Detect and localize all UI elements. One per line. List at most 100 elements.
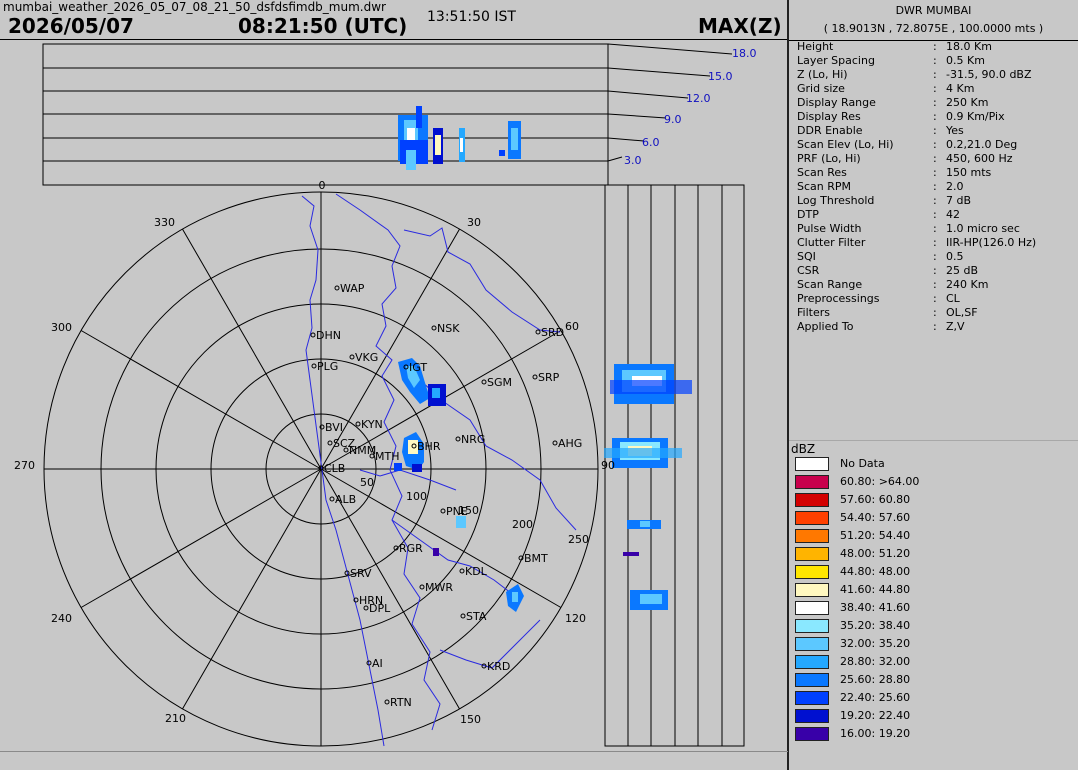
param-key: Scan RPM <box>797 180 852 193</box>
height-label: 12.0 <box>686 92 711 105</box>
legend-swatch <box>795 691 829 705</box>
legend-label: 57.60: 60.80 <box>840 493 911 506</box>
station-marker <box>334 285 340 291</box>
param-value: 450, 600 Hz <box>946 152 1013 165</box>
range-label: 250 <box>568 533 589 546</box>
station-label: SGM <box>487 376 512 389</box>
param-row: Height:18.0 Km <box>797 40 1077 54</box>
param-colon: : <box>933 152 937 165</box>
param-colon: : <box>933 54 937 67</box>
range-label: 50 <box>360 476 374 489</box>
station-label: ALB <box>335 493 356 506</box>
param-row: DDR Enable: Yes <box>797 124 1077 138</box>
param-value: 25 dB <box>946 264 979 277</box>
legend-swatch <box>795 619 829 633</box>
station-label: RTN <box>390 696 412 709</box>
station-label: NMM <box>349 444 376 457</box>
station-label: KDL <box>465 565 488 578</box>
legend-label: 35.20: 38.40 <box>840 619 911 632</box>
station-marker <box>349 354 355 360</box>
param-key: Layer Spacing <box>797 54 875 67</box>
station-marker <box>532 374 538 380</box>
param-colon: : <box>933 166 937 179</box>
param-value: CL <box>946 292 960 305</box>
param-row: Layer Spacing:0.5 Km <box>797 54 1077 68</box>
station-label: AI <box>372 657 383 670</box>
param-colon: : <box>933 96 937 109</box>
legend-swatch <box>795 493 829 507</box>
legend-label: 44.80: 48.00 <box>840 565 911 578</box>
param-row: PRF (Lo, Hi):450, 600 Hz <box>797 152 1077 166</box>
station-marker <box>384 699 390 705</box>
param-row: Clutter Filter: IIR-HP(126.0 Hz) <box>797 236 1077 250</box>
param-value: -31.5, 90.0 dBZ <box>946 68 1032 81</box>
param-key: Filters <box>797 306 830 319</box>
station-label: MTH <box>375 450 399 463</box>
legend-label: 22.40: 25.60 <box>840 691 911 704</box>
param-colon: : <box>933 194 937 207</box>
legend-label: 16.00: 19.20 <box>840 727 911 740</box>
param-colon: : <box>933 40 937 53</box>
ppi-echoes <box>394 358 524 612</box>
param-colon: : <box>933 180 937 193</box>
radar-display[interactable]: 3.06.09.012.015.018.0 030609012015021024… <box>0 40 787 751</box>
legend-swatch <box>795 727 829 741</box>
param-value: 240 Km <box>946 278 989 291</box>
param-value: Yes <box>946 124 964 137</box>
param-row: Scan Res:150 mts <box>797 166 1077 180</box>
station-label: STA <box>466 610 487 623</box>
station-label: SRV <box>350 567 372 580</box>
product-name: MAX(Z) <box>698 14 782 38</box>
param-colon: : <box>933 124 937 137</box>
param-value: 0.9 Km/Pix <box>946 110 1005 123</box>
legend-swatch <box>795 583 829 597</box>
bearing-label: 120 <box>565 612 586 625</box>
param-value: 250 Km <box>946 96 989 109</box>
bearing-label: 300 <box>51 321 72 334</box>
ppi-plot: 0306090120150210240270300330 50100150200… <box>14 179 615 747</box>
legend-title: dBZ <box>791 442 816 456</box>
panel-divider <box>787 0 789 770</box>
param-key: Clutter Filter <box>797 236 866 249</box>
bearing-label: 240 <box>51 612 72 625</box>
bearing-label: 30 <box>467 216 481 229</box>
station-marker <box>310 332 316 338</box>
station-marker <box>431 325 437 331</box>
param-key: Height <box>797 40 834 53</box>
legend-label: 41.60: 44.80 <box>840 583 911 596</box>
param-row: Display Res:0.9 Km/Pix <box>797 110 1077 124</box>
station-marker <box>535 329 541 335</box>
param-colon: : <box>933 306 937 319</box>
station-name: DWR MUMBAI <box>895 4 972 17</box>
station-marker <box>327 440 333 446</box>
station-label: BVI <box>325 421 343 434</box>
station-label: PNE <box>446 505 468 518</box>
scan-time-utc: 08:21:50 (UTC) <box>238 14 408 38</box>
param-row: Grid size:4 Km <box>797 82 1077 96</box>
scan-time-ist: 13:51:50 IST <box>427 9 516 25</box>
station-label: PLG <box>317 360 338 373</box>
param-key: SQI <box>797 250 816 263</box>
bearing-label: 60 <box>565 320 579 333</box>
param-colon: : <box>933 264 937 277</box>
param-colon: : <box>933 236 937 249</box>
station-label: WAP <box>340 282 365 295</box>
param-row: Preprocessings: CL <box>797 292 1077 306</box>
param-value: 0.2,21.0 Deg <box>946 138 1018 151</box>
station-marker <box>481 379 487 385</box>
param-colon: : <box>933 278 937 291</box>
param-colon: : <box>933 250 937 263</box>
height-profile-right <box>604 184 745 747</box>
bearing-label: 90 <box>601 459 615 472</box>
param-row: SQI:0.5 <box>797 250 1077 264</box>
param-colon: : <box>933 138 937 151</box>
legend-label: 28.80: 32.00 <box>840 655 911 668</box>
station-label: SRD <box>541 326 564 339</box>
legend-swatch <box>795 457 829 471</box>
height-label: 6.0 <box>642 136 660 149</box>
station-label: KRD <box>487 660 510 673</box>
station-marker <box>440 508 446 514</box>
param-value: 0.5 Km <box>946 54 985 67</box>
param-colon: : <box>933 222 937 235</box>
param-value: 0.5 <box>946 250 964 263</box>
